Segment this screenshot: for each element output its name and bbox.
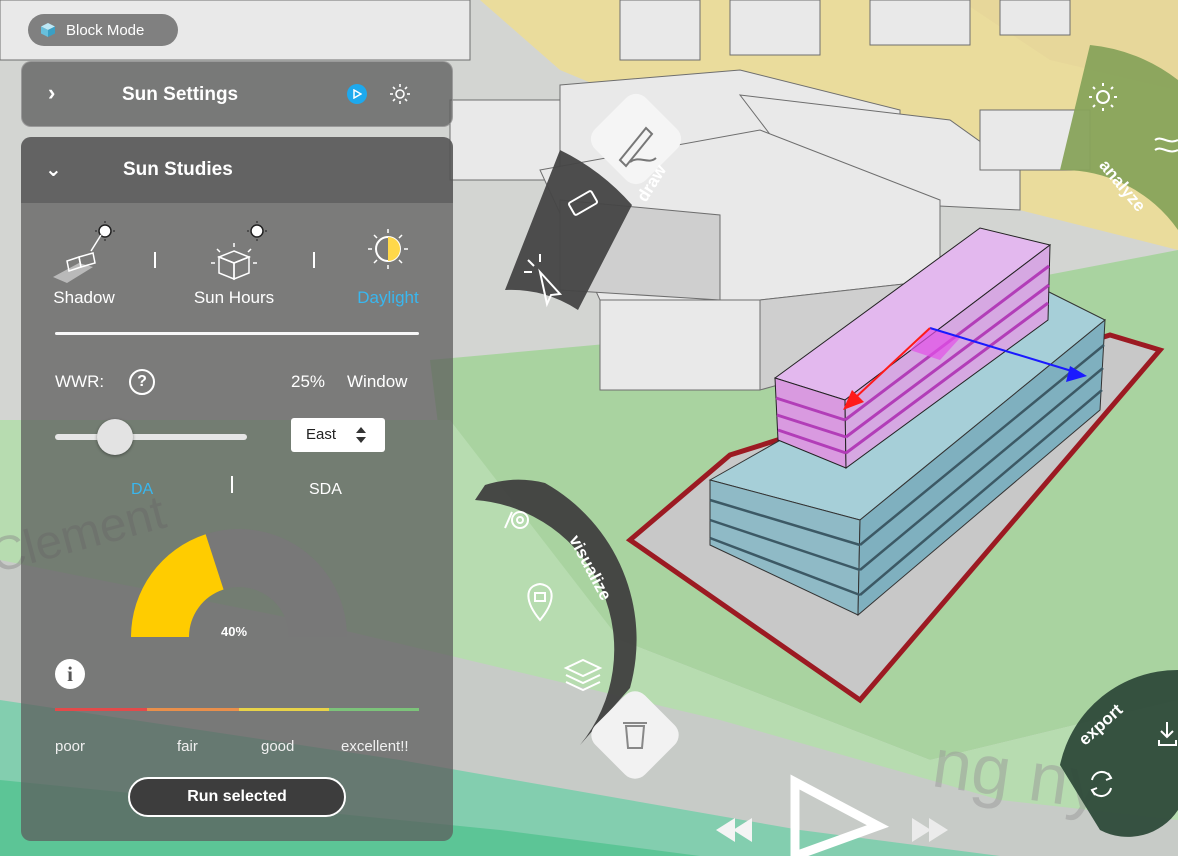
divider	[55, 332, 419, 335]
mode-separator	[154, 252, 156, 268]
tab-sda[interactable]: SDA	[309, 481, 342, 499]
sun-settings-panel[interactable]: › Sun Settings	[21, 61, 453, 127]
mode-shadow[interactable]: Shadow	[49, 221, 119, 308]
scale-excellent-bar	[329, 708, 419, 711]
sun-hours-icon	[211, 221, 267, 281]
scale-label-good: good	[261, 738, 295, 755]
scale-poor-bar	[55, 708, 147, 711]
scale-fair-bar	[147, 708, 239, 711]
mode-daylight[interactable]: Daylight	[349, 221, 427, 308]
wwr-label: WWR:	[55, 372, 105, 391]
play-small-icon	[353, 89, 362, 99]
scale-good-bar	[239, 708, 329, 711]
block-mode-label: Block Mode	[66, 21, 145, 39]
mode-shadow-label: Shadow	[53, 288, 115, 307]
chevron-right-icon[interactable]: ›	[48, 80, 55, 106]
sun-settings-title: Sun Settings	[122, 84, 239, 105]
mode-sun-hours[interactable]: Sun Hours	[189, 221, 279, 308]
sun-studies-title: Sun Studies	[123, 159, 233, 180]
mode-daylight-label: Daylight	[357, 288, 419, 307]
chevron-down-icon[interactable]: ⌄	[45, 157, 62, 182]
orientation-value: East	[306, 426, 337, 443]
daylight-gauge	[131, 529, 347, 637]
mode-separator	[313, 252, 315, 268]
gauge-value: 40%	[221, 624, 248, 639]
daylight-icon	[368, 229, 408, 269]
info-icon[interactable]: i	[55, 659, 85, 689]
wwr-slider-track[interactable]	[55, 434, 247, 440]
wwr-value: 25%	[291, 372, 326, 391]
scale-label-excellent: excellent!!	[341, 738, 409, 755]
sun-studies-header[interactable]: ⌄ Sun Studies	[21, 137, 453, 203]
run-selected-button[interactable]: Run selected	[128, 777, 346, 817]
select-arrows-icon	[356, 427, 366, 443]
tab-da[interactable]: DA	[131, 481, 153, 499]
sun-studies-panel: ⌄ Sun Studies Shadow Sun Hours Daylight …	[21, 137, 453, 841]
wwr-slider-handle[interactable]	[97, 419, 133, 455]
tab-separator	[231, 476, 233, 493]
help-icon[interactable]: ?	[129, 369, 155, 395]
gauge-fill	[131, 534, 224, 637]
shadow-icon	[53, 221, 115, 283]
window-label: Window	[347, 372, 408, 391]
orientation-select[interactable]: East	[291, 418, 385, 452]
mode-sun-hours-label: Sun Hours	[193, 288, 275, 307]
scale-label-fair: fair	[177, 738, 198, 755]
play-animation-button[interactable]	[347, 84, 367, 104]
block-mode-badge[interactable]: Block Mode	[28, 14, 178, 46]
sun-settings-icon[interactable]	[388, 82, 412, 106]
cube-icon	[41, 23, 55, 37]
scale-label-poor: poor	[55, 738, 86, 755]
